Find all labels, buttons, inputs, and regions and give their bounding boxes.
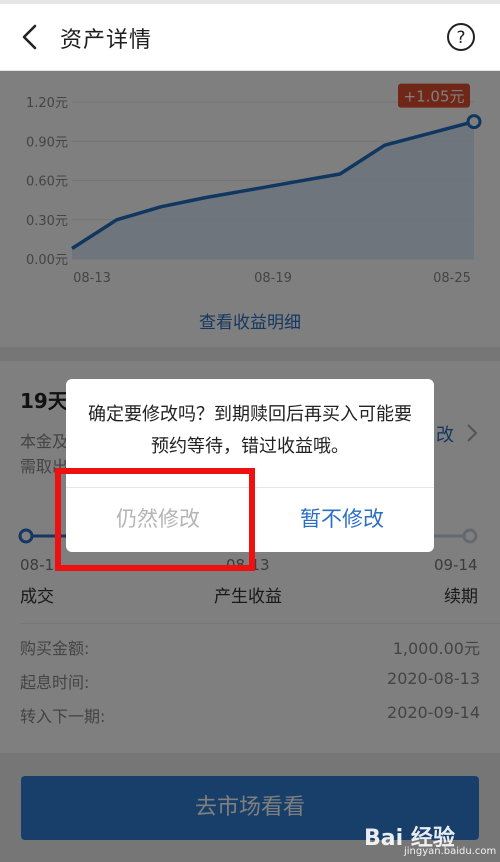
dialog-message: 确定要修改吗？到期赎回后再买入可能要预约等待，错过收益哦。 [88,404,412,457]
annotation-highlight-box [55,468,255,571]
cancel-modify-button[interactable]: 暂不修改 [250,487,434,552]
watermark-url: jingyan.baidu.com [404,846,497,857]
svg-text:?: ? [456,28,465,48]
page-title: 资产详情 [60,28,153,53]
top-bar: 资产详情 ? [0,4,500,71]
help-icon[interactable]: ? [446,22,476,52]
watermark: Bai 经验 jingyan.baidu.com [364,818,497,858]
back-arrow-icon[interactable] [16,22,46,52]
